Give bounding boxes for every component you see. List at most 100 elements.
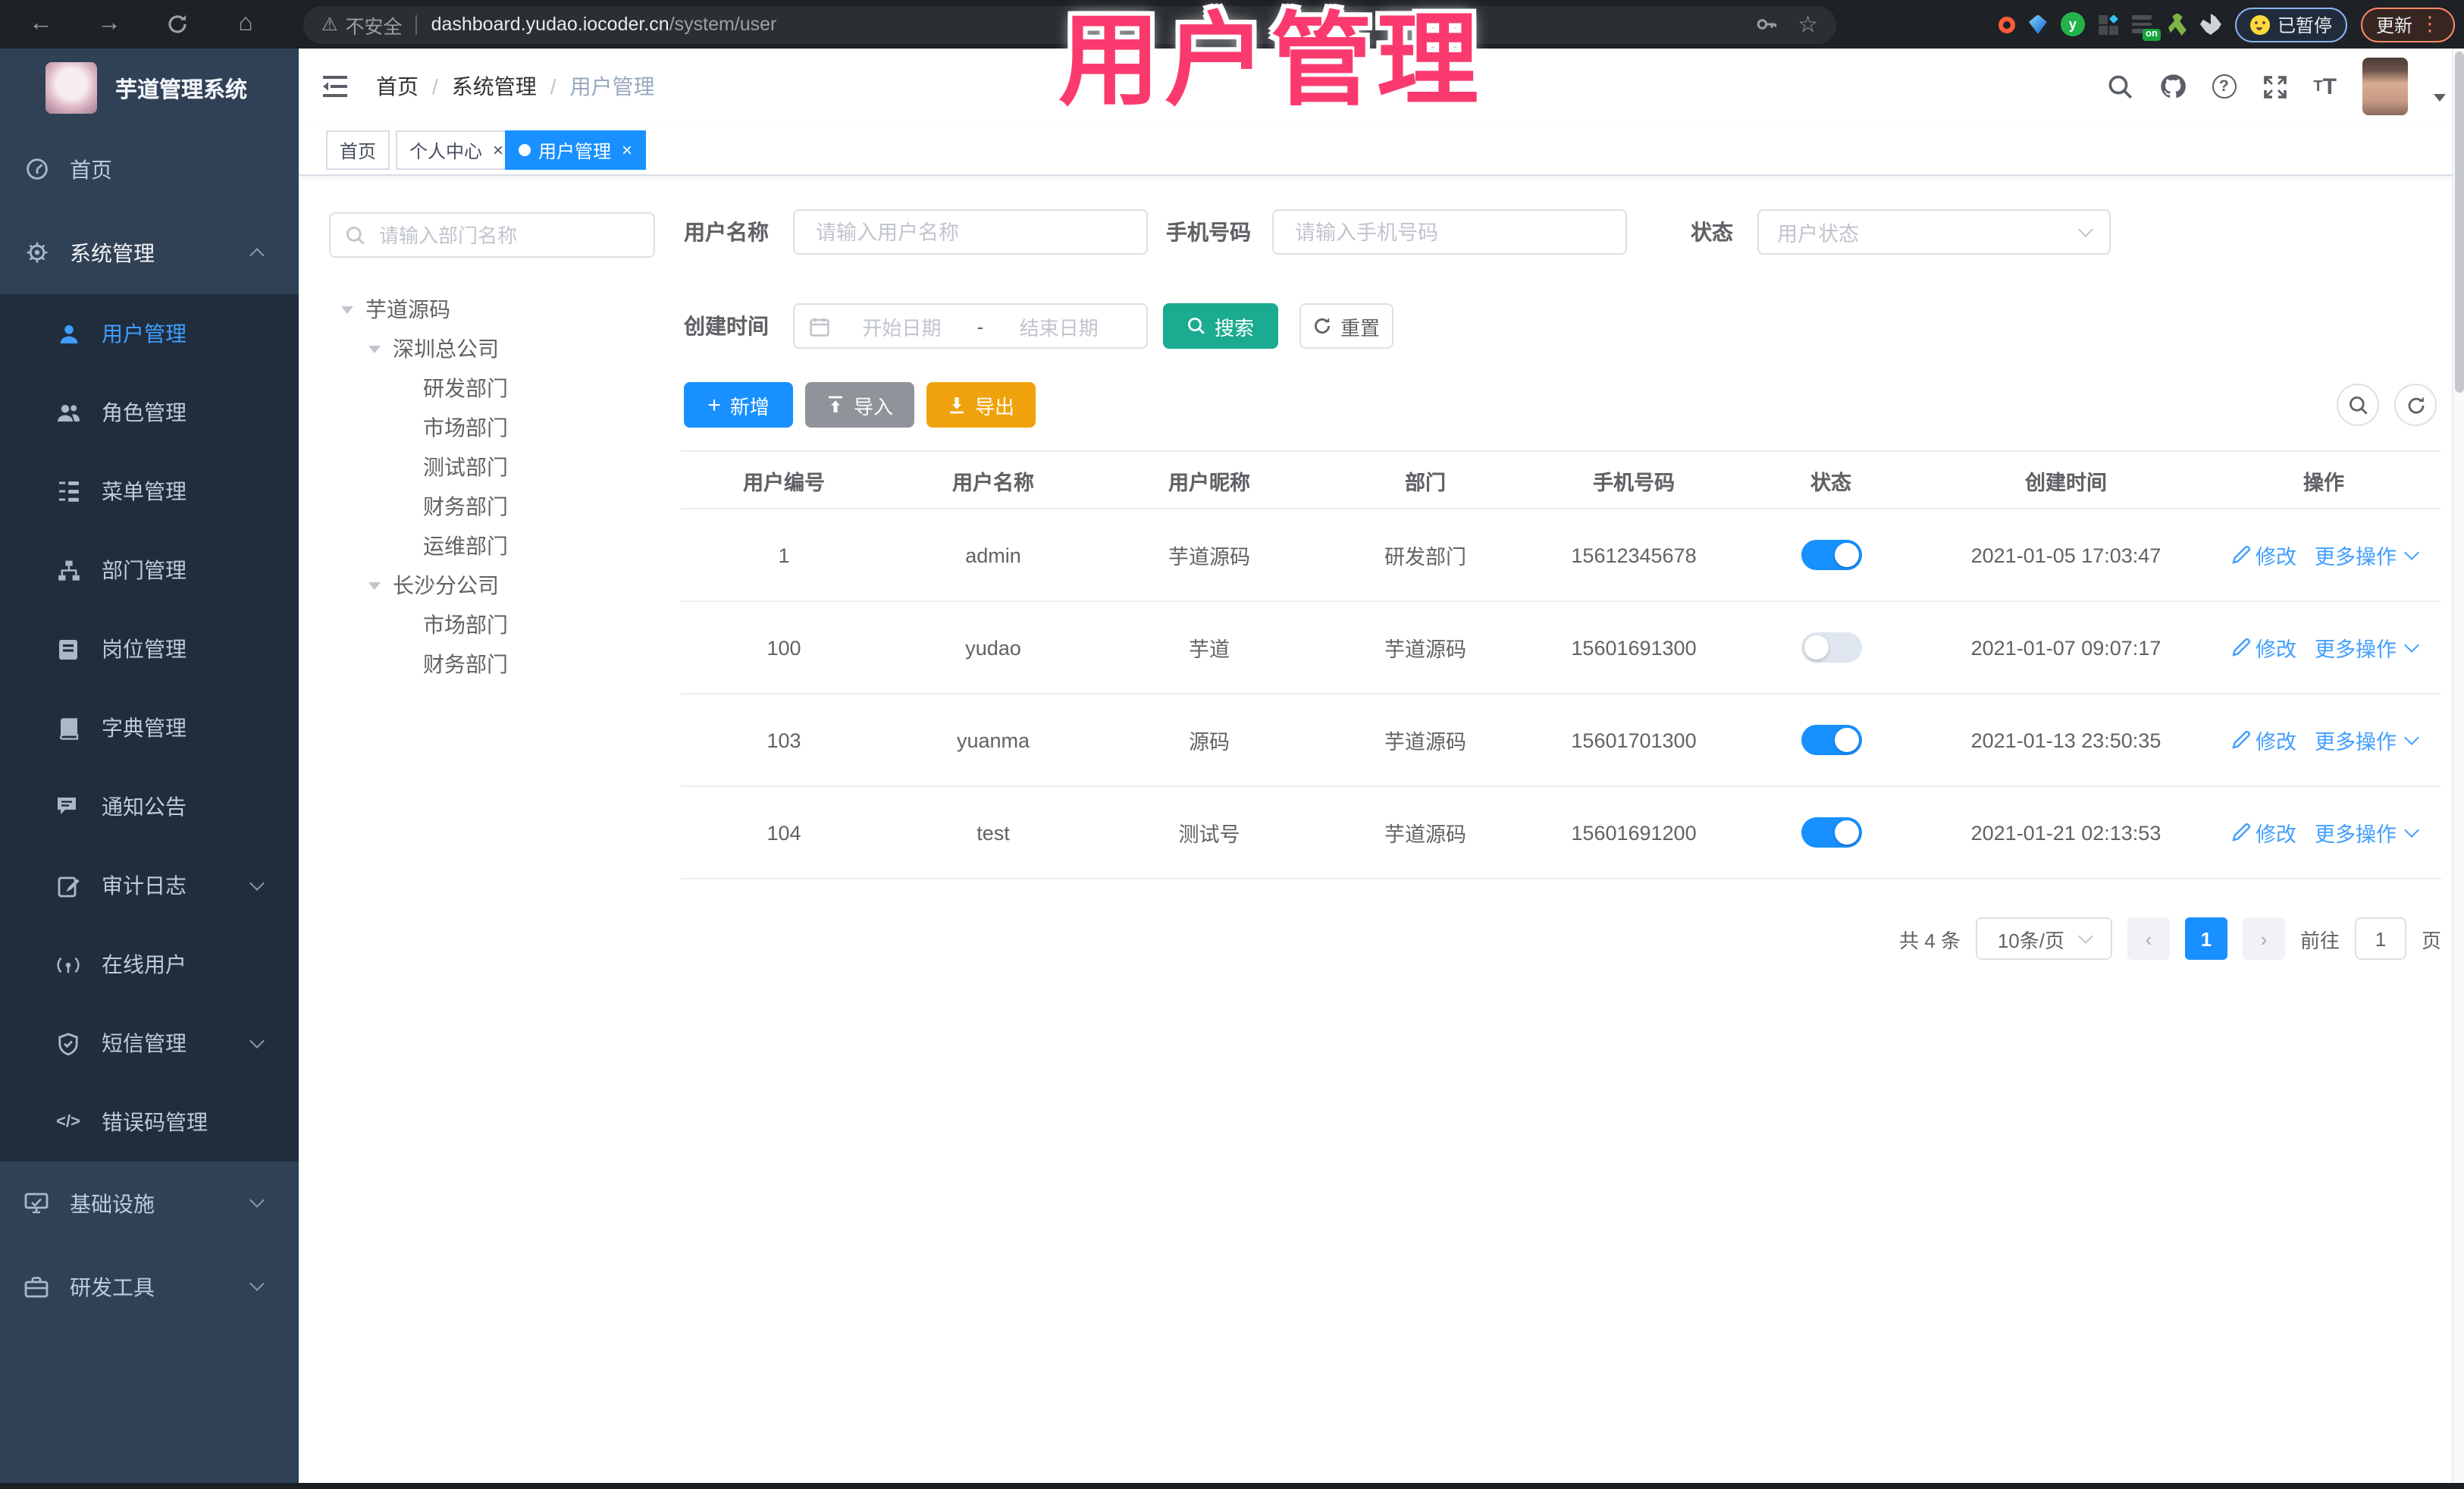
app-logo-row[interactable]: 芋道管理系统 <box>0 49 299 127</box>
edit-link[interactable]: 修改 <box>2231 725 2296 755</box>
bookmark-star-icon[interactable]: ☆ <box>1798 11 1818 38</box>
tree-node[interactable]: 研发部门 <box>329 368 663 408</box>
search-button[interactable]: 搜索 <box>1163 303 1278 349</box>
search-icon <box>2349 396 2367 414</box>
dept-search-input[interactable] <box>376 222 638 248</box>
close-icon[interactable]: × <box>622 141 632 159</box>
sidebar-collapse-icon[interactable] <box>320 71 350 102</box>
sidebar-item-online-users[interactable]: 在线用户 <box>0 925 299 1004</box>
prev-page-button[interactable]: ‹ <box>2127 917 2170 960</box>
extension-grid-icon[interactable] <box>2098 14 2118 34</box>
current-page-button[interactable]: 1 <box>2184 917 2227 960</box>
edit-label: 修改 <box>2256 823 2296 846</box>
font-size-icon[interactable]: TT <box>2313 74 2337 99</box>
export-button[interactable]: 导出 <box>926 382 1036 428</box>
header-search-icon[interactable] <box>2107 74 2133 99</box>
sidebar-item-errorcode-mgmt[interactable]: </> 错误码管理 <box>0 1083 299 1161</box>
tab-profile[interactable]: 个人中心 × <box>396 130 518 170</box>
breadcrumb-system[interactable]: 系统管理 <box>452 71 537 102</box>
extension-list-icon[interactable]: on <box>2131 14 2161 41</box>
tree-node[interactable]: 芋道源码 <box>329 290 663 329</box>
sidebar-item-home[interactable]: 首页 <box>0 127 299 211</box>
fullscreen-icon[interactable] <box>2262 74 2287 99</box>
page-size-select[interactable]: 10条/页 <box>1975 917 2112 960</box>
edit-link[interactable]: 修改 <box>2231 540 2296 570</box>
next-page-button[interactable]: › <box>2242 917 2285 960</box>
refresh-table-button[interactable] <box>2394 384 2437 426</box>
extension-figure-icon[interactable] <box>2168 13 2187 36</box>
username-field[interactable] <box>793 209 1148 255</box>
sidebar-item-dict-mgmt[interactable]: 字典管理 <box>0 688 299 767</box>
extension-gem-icon[interactable] <box>2028 14 2047 34</box>
sidebar-item-role-mgmt[interactable]: 角色管理 <box>0 373 299 452</box>
tree-node[interactable]: 市场部门 <box>329 408 663 447</box>
reset-button[interactable]: 重置 <box>1299 303 1393 349</box>
tree-node[interactable]: 深圳总公司 <box>329 329 663 368</box>
tree-node[interactable]: 运维部门 <box>329 526 663 566</box>
browser-menu-kebab-icon[interactable]: ⋮ <box>2420 12 2440 36</box>
status-toggle[interactable] <box>1801 632 1861 663</box>
page-scrollbar[interactable] <box>2452 49 2464 1489</box>
browser-reload-icon[interactable] <box>155 0 200 49</box>
caret-down-icon[interactable] <box>368 345 393 353</box>
caret-down-icon[interactable] <box>368 581 393 589</box>
github-icon[interactable] <box>2158 73 2186 100</box>
browser-update-button[interactable]: 更新 ⋮ <box>2360 7 2455 42</box>
extension-ring-icon[interactable] <box>1998 16 2015 33</box>
start-date-placeholder[interactable]: 开始日期 <box>829 312 974 340</box>
caret-down-icon[interactable] <box>341 306 365 313</box>
help-icon[interactable]: ? <box>2212 74 2237 99</box>
edit-link[interactable]: 修改 <box>2231 817 2296 848</box>
sidebar-item-post-mgmt[interactable]: 岗位管理 <box>0 610 299 688</box>
tree-node[interactable]: 财务部门 <box>329 644 663 684</box>
sidebar-item-audit-log[interactable]: 审计日志 <box>0 846 299 925</box>
status-toggle[interactable] <box>1801 725 1861 755</box>
tree-node[interactable]: 长沙分公司 <box>329 566 663 605</box>
avatar[interactable] <box>2362 58 2408 115</box>
sidebar-item-notice[interactable]: 通知公告 <box>0 767 299 846</box>
breadcrumb-home[interactable]: 首页 <box>376 71 419 102</box>
browser-forward-icon[interactable]: → <box>86 0 132 49</box>
more-actions-link[interactable]: 更多操作 <box>2315 632 2419 663</box>
tree-node[interactable]: 测试部门 <box>329 447 663 487</box>
import-button[interactable]: 导入 <box>805 382 914 428</box>
scrollbar-thumb[interactable] <box>2455 52 2464 393</box>
status-select[interactable]: 用户状态 <box>1757 209 2111 255</box>
cell-created: 2021-01-21 02:13:53 <box>1970 821 2161 844</box>
close-icon[interactable]: × <box>493 141 503 159</box>
tab-user-mgmt[interactable]: 用户管理 × <box>505 130 647 170</box>
dept-search-box[interactable] <box>329 212 655 258</box>
more-actions-link[interactable]: 更多操作 <box>2315 725 2419 755</box>
sidebar-item-system[interactable]: 系统管理 <box>0 211 299 294</box>
more-actions-link[interactable]: 更多操作 <box>2315 817 2419 848</box>
extension-pinwheel-icon[interactable] <box>2199 14 2221 35</box>
sidebar-item-sms-mgmt[interactable]: 短信管理 <box>0 1004 299 1083</box>
sidebar-item-user-mgmt[interactable]: 用户管理 <box>0 294 299 373</box>
password-key-icon[interactable] <box>1755 14 1776 35</box>
username-input[interactable] <box>813 219 1128 245</box>
goto-page-input[interactable] <box>2354 917 2406 960</box>
tree-node[interactable]: 市场部门 <box>329 605 663 644</box>
avatar-caret-icon[interactable] <box>2434 93 2446 101</box>
mobile-input[interactable] <box>1292 219 1607 245</box>
status-toggle[interactable] <box>1801 540 1861 570</box>
more-actions-link[interactable]: 更多操作 <box>2315 540 2419 570</box>
paused-extension-pill[interactable]: 已暂停 <box>2234 7 2347 42</box>
end-date-placeholder[interactable]: 结束日期 <box>986 312 1131 340</box>
sidebar-item-dept-mgmt[interactable]: 部门管理 <box>0 531 299 610</box>
toggle-search-button[interactable] <box>2337 384 2379 426</box>
pencil-icon <box>2231 731 2249 749</box>
mobile-field[interactable] <box>1272 209 1627 255</box>
tab-home[interactable]: 首页 <box>326 130 390 170</box>
sidebar-item-infrastructure[interactable]: 基础设施 <box>0 1161 299 1245</box>
browser-back-icon[interactable]: ← <box>18 0 64 49</box>
tree-node[interactable]: 财务部门 <box>329 487 663 526</box>
extension-green-icon[interactable]: y <box>2060 12 2085 36</box>
sidebar-item-dev-tools[interactable]: 研发工具 <box>0 1245 299 1328</box>
sidebar-item-menu-mgmt[interactable]: 菜单管理 <box>0 452 299 531</box>
status-toggle[interactable] <box>1801 817 1861 848</box>
edit-link[interactable]: 修改 <box>2231 632 2296 663</box>
browser-home-icon[interactable]: ⌂ <box>223 0 268 49</box>
create-time-range-picker[interactable]: 开始日期 - 结束日期 <box>793 303 1148 349</box>
add-button[interactable]: + 新增 <box>684 382 793 428</box>
